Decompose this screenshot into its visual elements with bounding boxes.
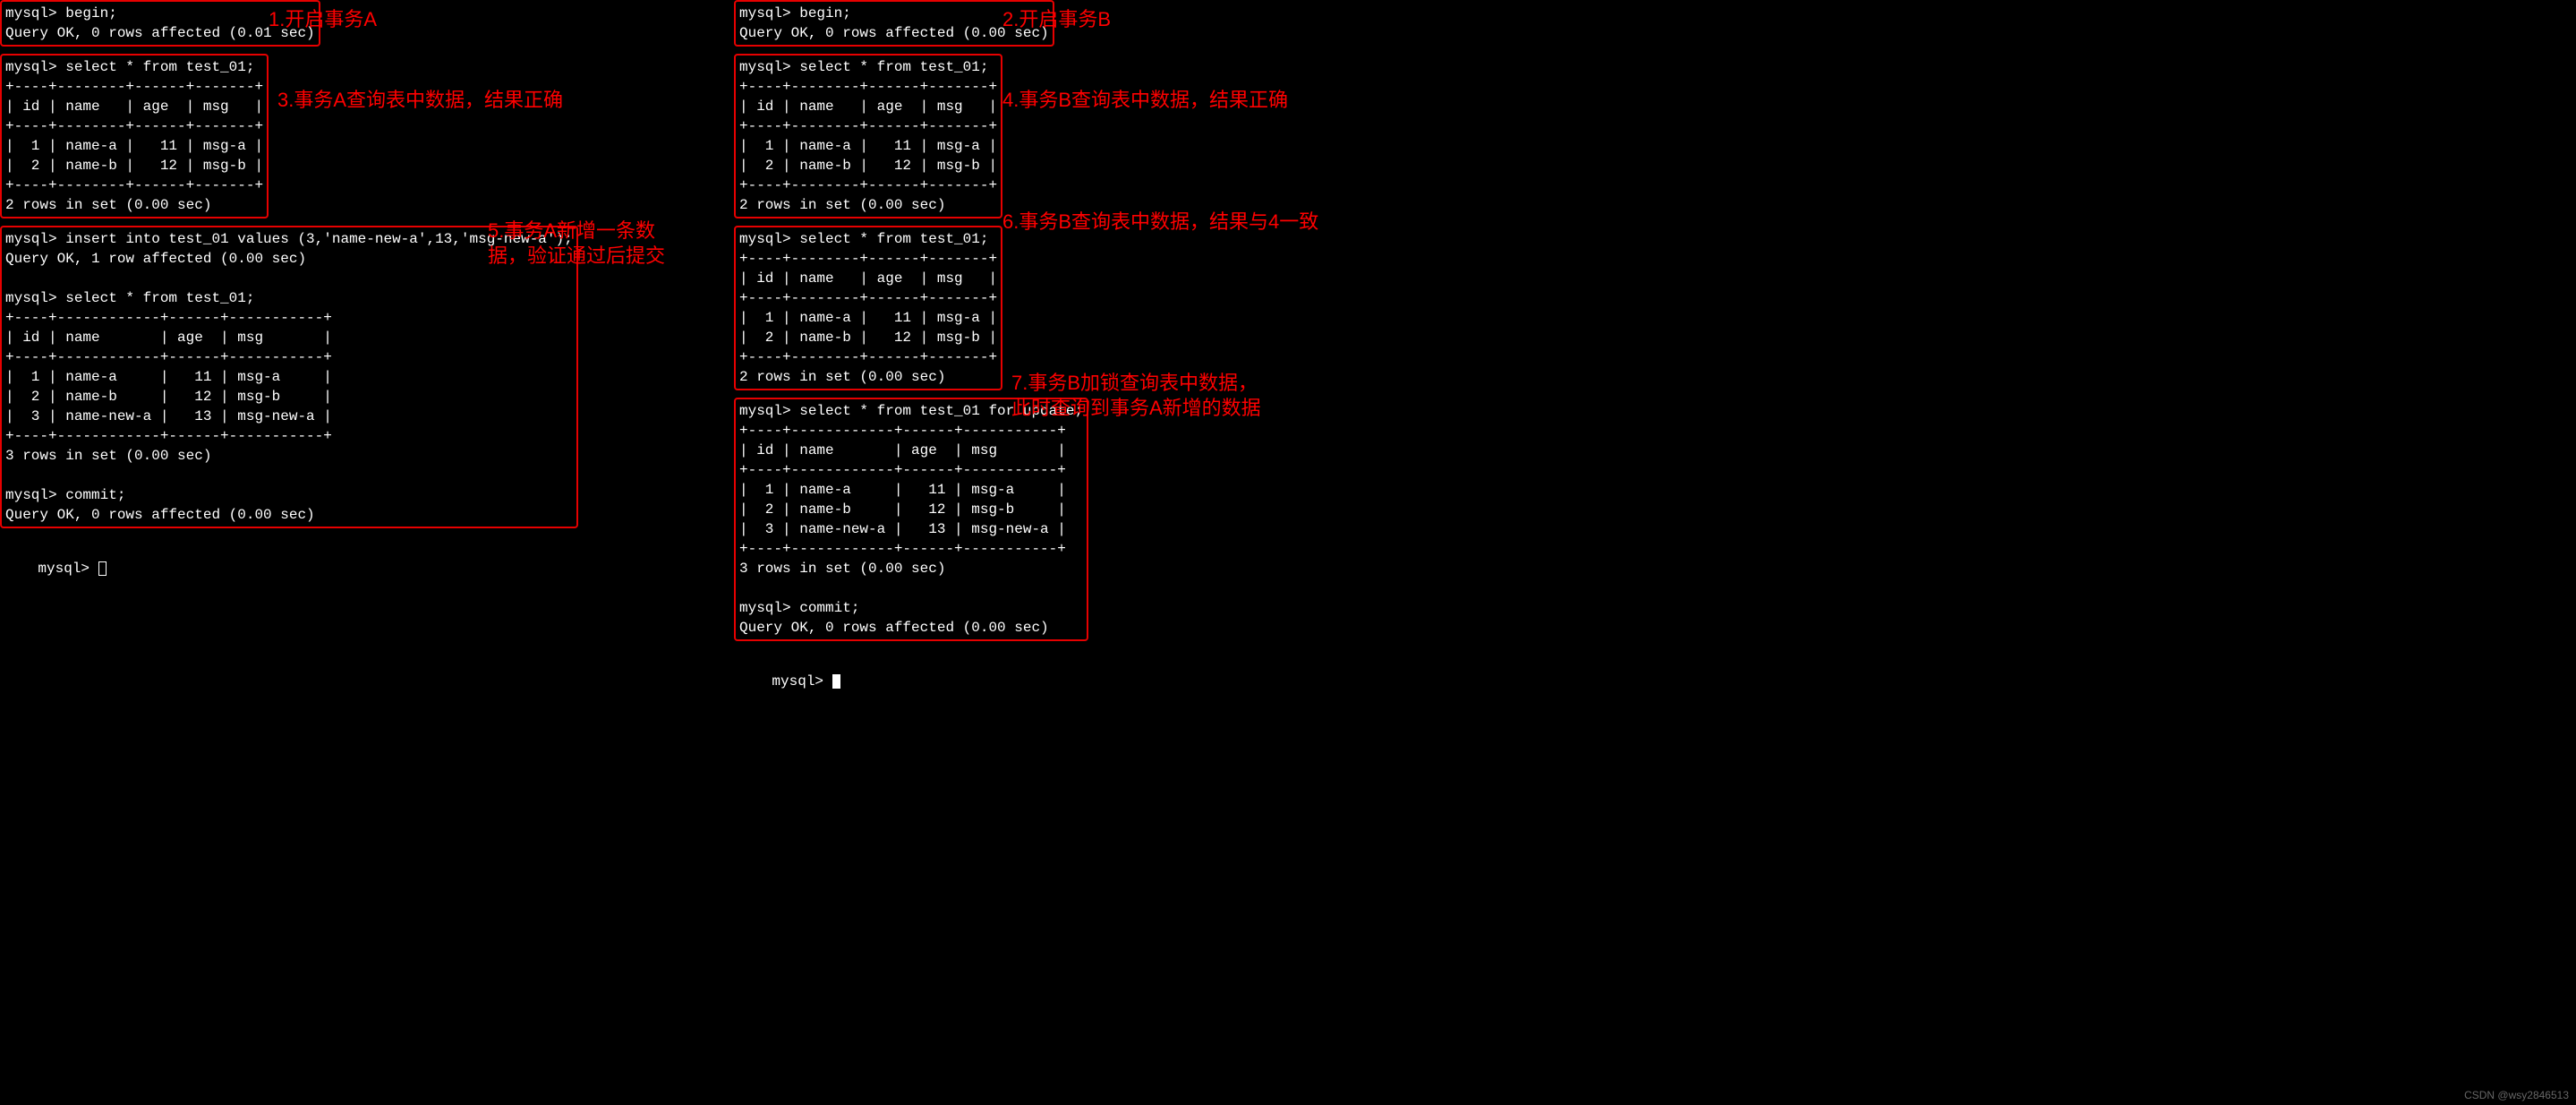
annotation-7: 7.事务B加锁查询表中数据， 此时查询到事务A新增的数据: [1011, 371, 1261, 421]
prompt-text: mysql>: [772, 673, 832, 690]
txa-insert-commit-box: mysql> insert into test_01 values (3,'na…: [0, 226, 578, 528]
txa-prompt[interactable]: mysql>: [0, 539, 734, 598]
annotation-4: 4.事务B查询表中数据，结果正确: [1002, 88, 1288, 113]
txb-prompt[interactable]: mysql>: [734, 652, 1719, 711]
annotation-2: 2.开启事务B: [1002, 7, 1111, 32]
annotation-1: 1.开启事务A: [269, 7, 377, 32]
annotation-5: 5.事务A新增一条数 据，验证通过后提交: [488, 218, 665, 269]
cursor-icon: [98, 561, 107, 576]
txa-select-box: mysql> select * from test_01; +----+----…: [0, 54, 269, 218]
annotation-3: 3.事务A查询表中数据，结果正确: [277, 88, 563, 113]
txb-select1-box: mysql> select * from test_01; +----+----…: [734, 54, 1002, 218]
cursor-icon: [832, 674, 840, 689]
txb-forupdate-box: mysql> select * from test_01 for update;…: [734, 398, 1088, 641]
txb-select2-box: mysql> select * from test_01; +----+----…: [734, 226, 1002, 390]
annotation-6: 6.事务B查询表中数据，结果与4一致: [1002, 210, 1318, 235]
watermark: CSDN @wsy2846513: [2464, 1089, 2569, 1101]
prompt-text: mysql>: [38, 561, 98, 577]
